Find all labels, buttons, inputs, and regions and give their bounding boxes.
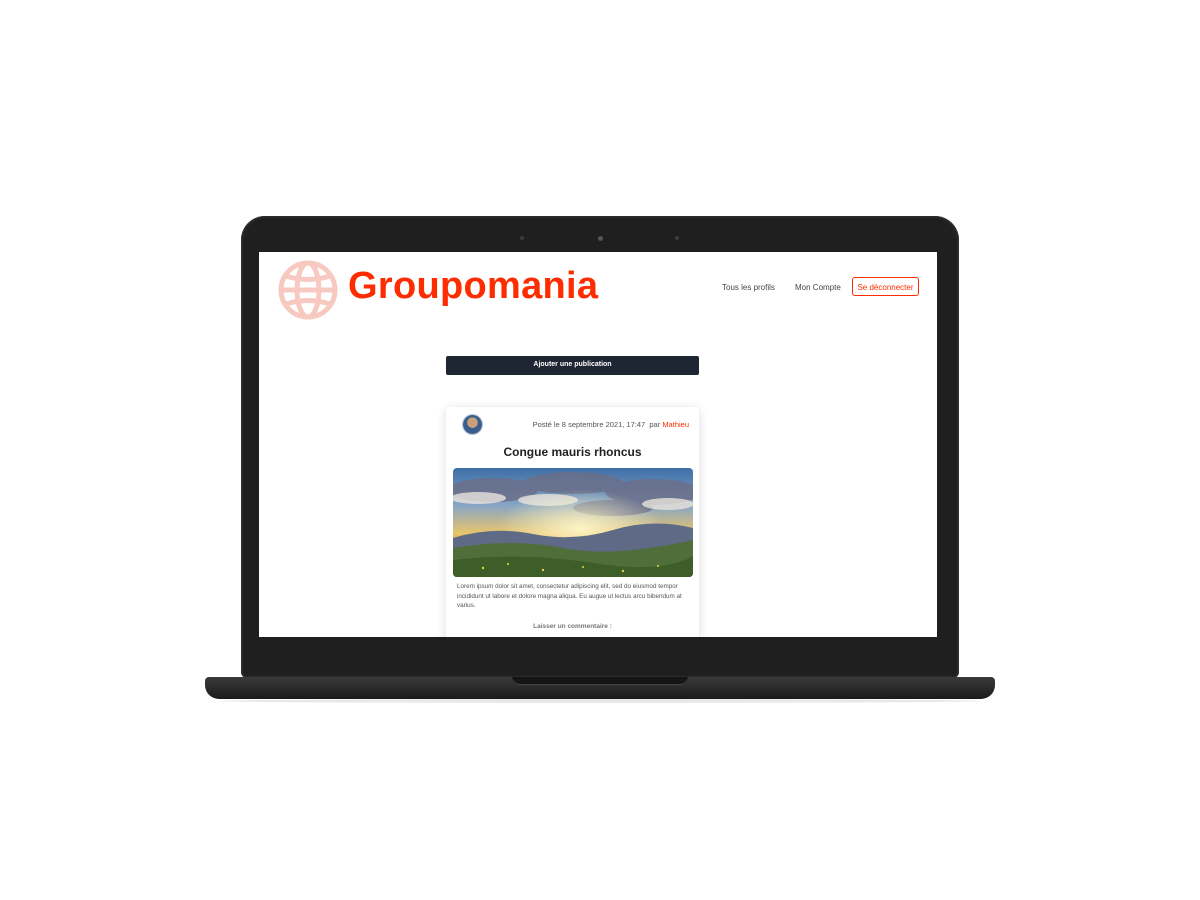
post-body: Lorem ipsum dolor sit amet, consectetur … — [457, 583, 682, 609]
post-by: par — [649, 420, 661, 429]
post-date: Posté le 8 septembre 2021, 17:47 — [532, 420, 646, 429]
post-image[interactable] — [453, 468, 693, 577]
logout-button[interactable]: Se déconnecter — [852, 277, 919, 296]
globe-icon[interactable] — [277, 259, 339, 321]
sensor-dot — [675, 236, 679, 240]
post-meta: Posté le 8 septembre 2021, 17:47 par Mat… — [533, 420, 689, 429]
brand-name[interactable]: Groupomania — [348, 265, 598, 308]
post-title: Congue mauris rhoncus — [503, 445, 642, 459]
laptop-base — [205, 677, 995, 699]
laptop-shadow — [220, 699, 980, 703]
add-post-button[interactable]: Ajouter une publication — [446, 356, 699, 375]
laptop-screen: Groupomania Tous les profils Mon Compte … — [259, 252, 937, 637]
nav-my-account[interactable]: Mon Compte — [795, 283, 841, 292]
sensor-dot — [520, 236, 524, 240]
nav-all-profiles[interactable]: Tous les profils — [722, 283, 775, 292]
post-card: Posté le 8 septembre 2021, 17:47 par Mat… — [446, 407, 699, 637]
post-author-link[interactable]: Mathieu — [662, 420, 689, 429]
avatar[interactable] — [463, 415, 482, 434]
webcam-icon — [598, 236, 603, 241]
laptop-notch — [512, 677, 688, 685]
comment-label: Laisser un commentaire : — [533, 623, 612, 630]
